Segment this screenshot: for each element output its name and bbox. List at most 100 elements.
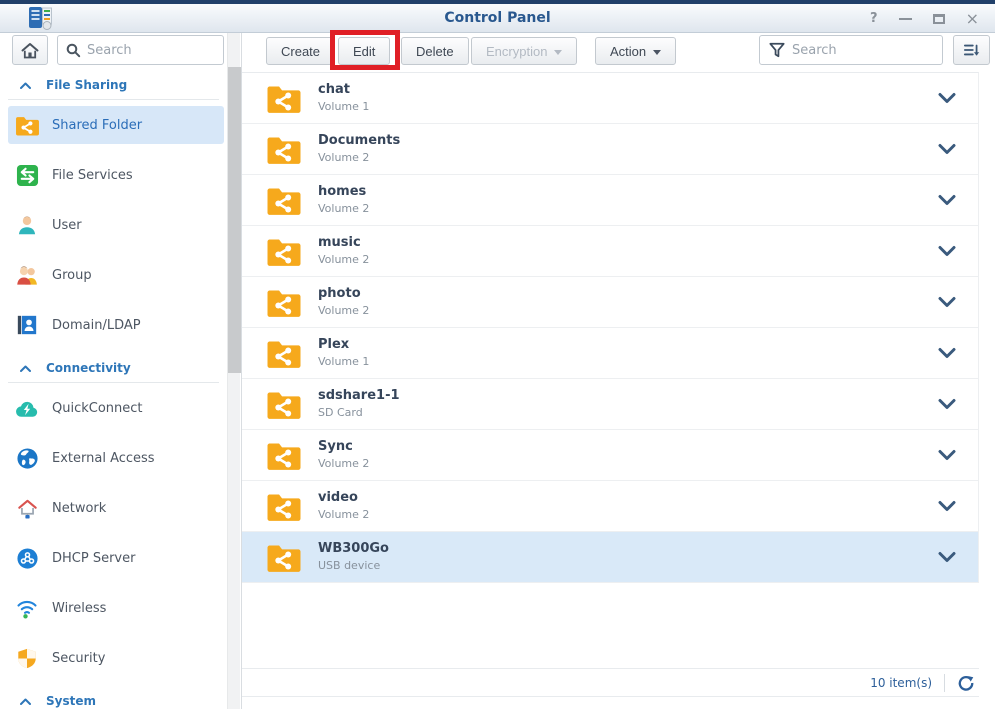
action-button-label: Action bbox=[610, 44, 646, 59]
filter-icon bbox=[769, 42, 785, 58]
sidebar-search-row bbox=[0, 35, 227, 65]
filter-search-input[interactable] bbox=[792, 43, 942, 58]
shared-folder-icon bbox=[266, 542, 302, 573]
filter-search[interactable] bbox=[759, 35, 943, 65]
folder-name: music bbox=[318, 235, 369, 251]
chevron-down-icon[interactable] bbox=[938, 500, 956, 512]
chevron-down-icon[interactable] bbox=[938, 347, 956, 359]
folder-location: SD Card bbox=[318, 406, 400, 420]
close-icon[interactable]: × bbox=[966, 12, 979, 26]
sidebar-item-domain-ldap[interactable]: Domain/LDAP bbox=[0, 300, 227, 350]
chevron-down-icon[interactable] bbox=[938, 245, 956, 257]
shared-folder-icon bbox=[14, 112, 40, 138]
folder-row-photo[interactable]: photoVolume 2 bbox=[242, 277, 978, 328]
refresh-icon bbox=[958, 675, 974, 691]
titlebar: Control Panel ? × bbox=[0, 4, 995, 33]
sidebar-item-dhcp-server[interactable]: DHCP Server bbox=[0, 533, 227, 583]
sidebar-item-file-services[interactable]: File Services bbox=[0, 150, 227, 200]
folder-row-music[interactable]: musicVolume 2 bbox=[242, 226, 978, 277]
folder-name: homes bbox=[318, 184, 369, 200]
sidebar-item-user[interactable]: User bbox=[0, 200, 227, 250]
shared-folder-icon bbox=[266, 389, 302, 420]
folder-row-chat[interactable]: chat Volume 1 bbox=[242, 73, 978, 124]
footer-divider bbox=[944, 674, 945, 692]
network-icon bbox=[14, 495, 40, 521]
sort-button[interactable] bbox=[953, 35, 990, 65]
shared-folder-icon bbox=[266, 440, 302, 471]
folder-row-sync[interactable]: SyncVolume 2 bbox=[242, 430, 978, 481]
toolbar: Create Edit Delete Encryption Action bbox=[242, 33, 995, 71]
create-button[interactable]: Create bbox=[266, 37, 335, 65]
section-header-connectivity[interactable]: Connectivity bbox=[0, 360, 227, 376]
section-header-file-sharing[interactable]: File Sharing bbox=[0, 77, 227, 93]
refresh-button[interactable] bbox=[955, 672, 977, 694]
window-controls: ? × bbox=[870, 4, 979, 33]
home-button[interactable] bbox=[12, 35, 48, 65]
folder-location: Volume 1 bbox=[318, 100, 369, 114]
sidebar-item-quickconnect[interactable]: QuickConnect bbox=[0, 383, 227, 433]
chevron-down-icon[interactable] bbox=[938, 398, 956, 410]
sidebar-item-label: Group bbox=[52, 268, 92, 283]
sidebar-item-label: Security bbox=[52, 651, 105, 666]
chevron-down-icon[interactable] bbox=[938, 194, 956, 206]
quickconnect-icon bbox=[14, 395, 40, 421]
sidebar-item-label: Domain/LDAP bbox=[52, 318, 141, 333]
sidebar-item-label: QuickConnect bbox=[52, 401, 143, 416]
folder-name: chat bbox=[318, 82, 369, 98]
folder-row-wb300go[interactable]: WB300GoUSB device bbox=[242, 532, 978, 583]
folder-location: Volume 2 bbox=[318, 457, 369, 471]
folder-row-homes[interactable]: homesVolume 2 bbox=[242, 175, 978, 226]
chevron-up-icon bbox=[20, 365, 31, 372]
wireless-icon bbox=[14, 595, 40, 621]
sidebar-scrollbar[interactable] bbox=[227, 33, 240, 709]
sidebar-item-security[interactable]: Security bbox=[0, 633, 227, 683]
home-icon bbox=[21, 42, 39, 59]
sidebar-item-label: Wireless bbox=[52, 601, 106, 616]
chevron-down-icon[interactable] bbox=[938, 296, 956, 308]
sidebar-item-group[interactable]: Group bbox=[0, 250, 227, 300]
delete-button[interactable]: Delete bbox=[401, 37, 469, 65]
sidebar-item-network[interactable]: Network bbox=[0, 483, 227, 533]
folder-row-video[interactable]: video Volume 2 bbox=[242, 481, 978, 532]
chevron-up-icon bbox=[20, 82, 31, 89]
sidebar-item-label: Shared Folder bbox=[52, 118, 142, 133]
chevron-down-icon[interactable] bbox=[938, 551, 956, 563]
action-button[interactable]: Action bbox=[595, 37, 676, 65]
item-count: 10 item(s) bbox=[870, 676, 932, 690]
dhcp-server-icon bbox=[14, 545, 40, 571]
file-services-icon bbox=[14, 162, 40, 188]
chevron-down-icon[interactable] bbox=[938, 143, 956, 155]
edit-button[interactable]: Edit bbox=[338, 37, 390, 65]
sidebar-item-shared-folder[interactable]: Shared Folder bbox=[8, 106, 224, 144]
sidebar-search-input[interactable] bbox=[87, 43, 223, 58]
shared-folder-list: chatVolume 1 DocumentsVolume 2 homesVolu… bbox=[242, 72, 979, 583]
sidebar-search[interactable] bbox=[57, 35, 224, 65]
folder-name: WB300Go bbox=[318, 541, 389, 557]
sidebar: File Sharing Shared Folder File Services bbox=[0, 33, 227, 709]
folder-location: Volume 2 bbox=[318, 508, 369, 522]
folder-location: Volume 2 bbox=[318, 304, 369, 318]
folder-location: Volume 2 bbox=[318, 151, 400, 165]
section-header-system[interactable]: System bbox=[0, 693, 227, 709]
help-icon[interactable]: ? bbox=[870, 11, 878, 26]
scrollbar-thumb[interactable] bbox=[228, 67, 241, 373]
section-divider bbox=[8, 99, 219, 100]
shared-folder-icon bbox=[266, 491, 302, 522]
section-label: Connectivity bbox=[46, 361, 131, 375]
folder-row-plex[interactable]: PlexVolume 1 bbox=[242, 328, 978, 379]
folder-row-documents[interactable]: DocumentsVolume 2 bbox=[242, 124, 978, 175]
sidebar-item-wireless[interactable]: Wireless bbox=[0, 583, 227, 633]
chevron-down-icon[interactable] bbox=[938, 449, 956, 461]
main-panel: Create Edit Delete Encryption Action bbox=[241, 33, 995, 709]
sidebar-item-label: File Services bbox=[52, 168, 133, 183]
chevron-up-icon bbox=[20, 698, 31, 705]
folder-name: video bbox=[318, 490, 369, 506]
folder-row-sdshare1-1[interactable]: sdshare1-1SD Card bbox=[242, 379, 978, 430]
section-label: System bbox=[46, 694, 96, 708]
chevron-down-icon[interactable] bbox=[938, 92, 956, 104]
section-label: File Sharing bbox=[46, 78, 127, 92]
sidebar-item-external-access[interactable]: External Access bbox=[0, 433, 227, 483]
maximize-icon[interactable] bbox=[933, 14, 945, 24]
minimize-icon[interactable] bbox=[899, 18, 912, 20]
encryption-button[interactable]: Encryption bbox=[471, 37, 577, 65]
